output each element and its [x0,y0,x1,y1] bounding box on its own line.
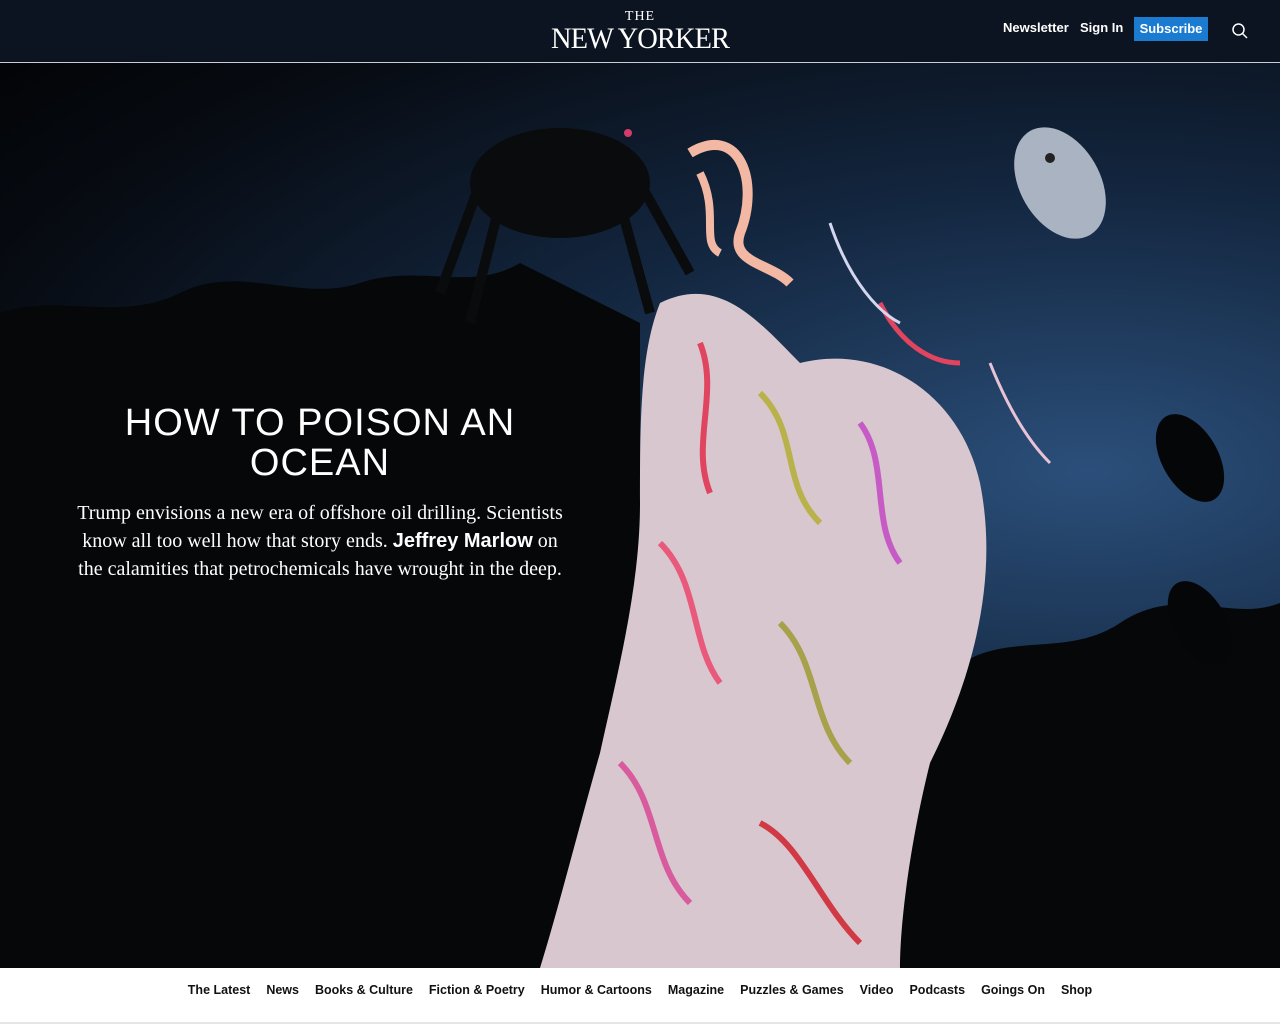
nav-item-podcasts[interactable]: Podcasts [909,982,965,998]
nav-item-video[interactable]: Video [860,982,894,998]
nav-item-goings-on[interactable]: Goings On [981,982,1045,998]
nav-item-fiction-poetry[interactable]: Fiction & Poetry [429,982,525,998]
site-logo[interactable]: THE NEW YORKER [540,10,740,54]
sign-in-link[interactable]: Sign In [1080,20,1123,35]
nav-item-books-culture[interactable]: Books & Culture [315,982,413,998]
section-nav: The Latest News Books & Culture Fiction … [0,968,1280,1024]
nav-item-news[interactable]: News [266,982,299,998]
hero-headline[interactable]: HOW TO POISON AN OCEAN [80,403,560,483]
hero-dek: Trump envisions a new era of offshore oi… [72,499,568,583]
nav-item-shop[interactable]: Shop [1061,982,1092,998]
nav-item-humor-cartoons[interactable]: Humor & Cartoons [541,982,652,998]
site-header: THE NEW YORKER Newsletter Sign In Subscr… [0,0,1280,63]
nav-item-the-latest[interactable]: The Latest [188,982,251,998]
hero-feature[interactable]: HOW TO POISON AN OCEAN Trump envisions a… [0,63,1280,968]
author-byline[interactable]: Jeffrey Marlow [393,530,533,552]
nav-item-puzzles-games[interactable]: Puzzles & Games [740,982,844,998]
logo-wordmark: NEW YORKER [550,22,730,55]
fish-illustrations [1014,127,1233,665]
nav-item-magazine[interactable]: Magazine [668,982,724,998]
search-icon[interactable] [1231,22,1249,40]
subscribe-button[interactable]: Subscribe [1134,17,1208,41]
newsletter-link[interactable]: Newsletter [1003,20,1069,35]
